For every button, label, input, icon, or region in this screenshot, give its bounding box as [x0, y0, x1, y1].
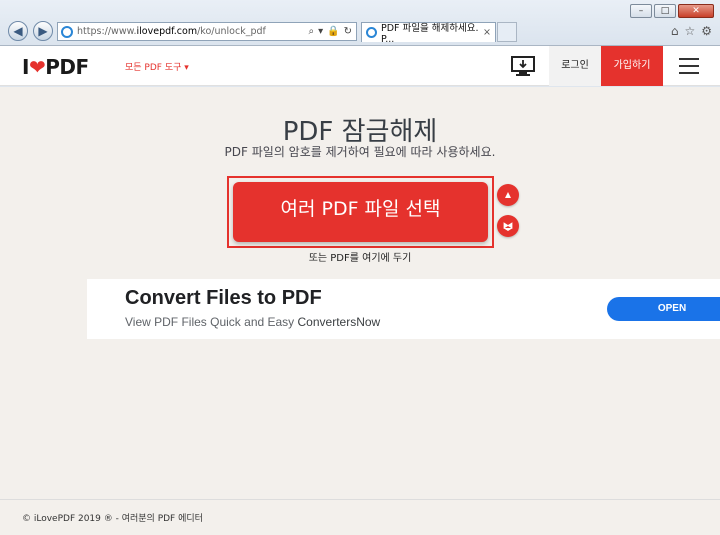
favorites-star-icon[interactable]: ☆: [684, 24, 695, 38]
heart-icon: ❤: [28, 55, 46, 79]
url-path: /ko/unlock_pdf: [197, 26, 266, 37]
site-header: I❤PDF 모든 PDF 도구 ▾ 로그인 가입하기: [0, 46, 720, 86]
hamburger-menu-icon[interactable]: [679, 58, 699, 74]
logo-i: I: [22, 55, 29, 79]
logo-pdf: PDF: [45, 55, 89, 79]
browser-tools: ⌂ ☆ ⚙: [671, 24, 712, 38]
main-content: PDF 잠금해제 PDF 파일의 암호를 제거하여 필요에 따라 사용하세요. …: [0, 87, 720, 535]
ad-open-button[interactable]: OPEN: [607, 297, 720, 321]
url-host: ilovepdf.com: [136, 26, 198, 37]
ie-favicon-icon: [61, 25, 73, 38]
window-controls: – □ ✕: [630, 4, 714, 18]
all-tools-dropdown[interactable]: 모든 PDF 도구 ▾: [125, 60, 189, 73]
search-icon[interactable]: ⌕: [309, 26, 315, 37]
tab-title: PDF 파일을 해제하세요. P...: [381, 23, 479, 45]
close-window-button[interactable]: ✕: [678, 4, 714, 18]
google-drive-button[interactable]: [497, 184, 519, 206]
tab-favicon-icon: [366, 27, 377, 38]
minimize-button[interactable]: –: [630, 4, 652, 18]
maximize-button[interactable]: □: [654, 4, 676, 18]
dropbox-icon: [503, 222, 513, 231]
page-subtitle: PDF 파일의 암호를 제거하여 필요에 따라 사용하세요.: [224, 145, 496, 159]
back-arrow-icon: ◀: [13, 24, 23, 38]
url-prefix: https://www.: [77, 26, 137, 37]
ad-subtitle-text: View PDF Files Quick and Easy: [125, 315, 298, 329]
home-icon[interactable]: ⌂: [671, 24, 679, 38]
select-button-highlight: 여러 PDF 파일 선택: [227, 176, 494, 248]
browser-tab[interactable]: PDF 파일을 해제하세요. P... ×: [361, 22, 496, 45]
refresh-icon[interactable]: ↻: [344, 26, 352, 37]
drop-hint: 또는 PDF를 여기에 두기: [308, 253, 412, 264]
back-button[interactable]: ◀: [8, 21, 28, 41]
address-tools: ⌕ ▾ 🔒 ↻: [309, 26, 356, 37]
forward-button[interactable]: ▶: [33, 21, 53, 41]
footer-copyright: © iLovePDF 2019 ® - 여러분의 PDF 에디터: [22, 514, 203, 524]
browser-chrome: – □ ✕ ◀ ▶ https://www. ilovepdf.com/ko/un…: [0, 0, 720, 46]
ad-brand[interactable]: ConvertersNow: [298, 315, 381, 329]
new-tab-button[interactable]: [497, 22, 517, 42]
login-button[interactable]: 로그인: [549, 46, 601, 86]
forward-arrow-icon: ▶: [38, 24, 48, 38]
google-drive-icon: [505, 192, 511, 198]
address-bar[interactable]: https://www. ilovepdf.com/ko/unlock_pdf ⌕…: [57, 22, 357, 41]
ilovepdf-logo[interactable]: I❤PDF: [22, 55, 89, 79]
dropbox-button[interactable]: [497, 215, 519, 237]
settings-gear-icon[interactable]: ⚙: [701, 24, 712, 38]
ad-subtitle: View PDF Files Quick and Easy Converters…: [125, 315, 380, 329]
advertisement-banner[interactable]: Convert Files to PDF View PDF Files Quic…: [87, 279, 720, 339]
desktop-download-icon[interactable]: [509, 52, 537, 80]
footer: © iLovePDF 2019 ® - 여러분의 PDF 에디터: [0, 499, 720, 535]
signup-button[interactable]: 가입하기: [601, 46, 663, 86]
select-pdf-files-button[interactable]: 여러 PDF 파일 선택: [233, 182, 488, 242]
lock-icon[interactable]: 🔒: [327, 26, 339, 37]
ad-title[interactable]: Convert Files to PDF: [125, 287, 322, 310]
tab-close-icon[interactable]: ×: [483, 27, 495, 38]
dropdown-icon[interactable]: ▾: [318, 26, 323, 37]
